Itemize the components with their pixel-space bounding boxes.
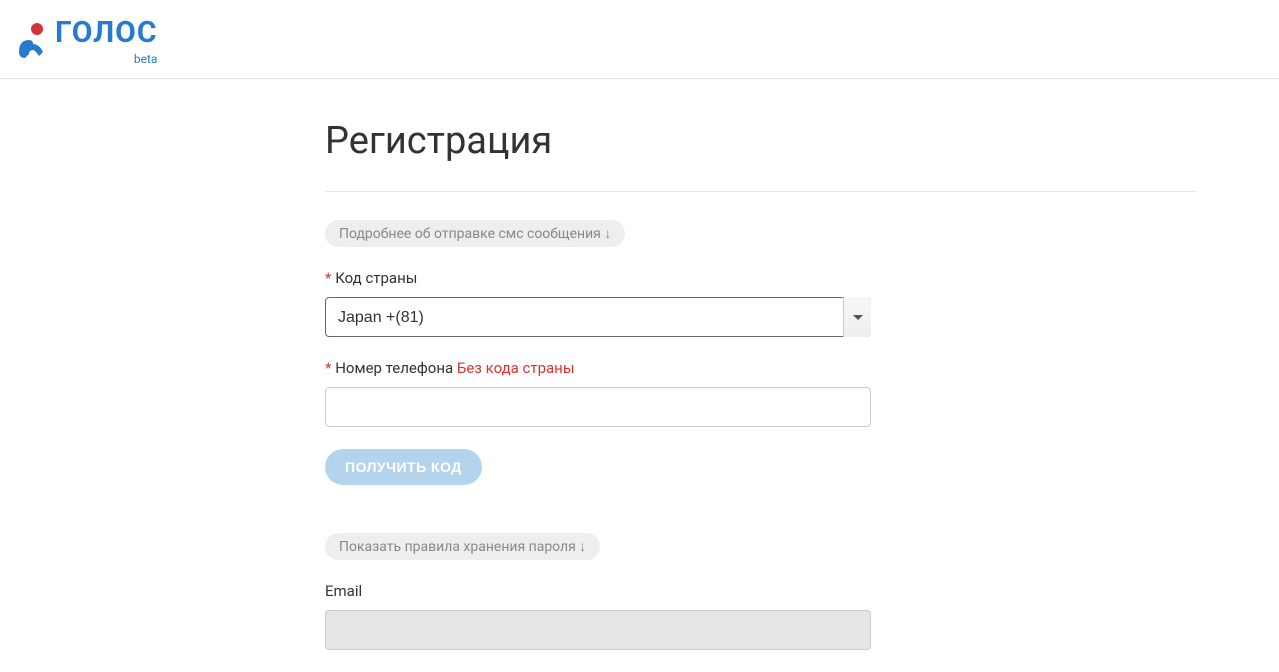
email-input[interactable] — [325, 610, 871, 650]
phone-warning-text: Без кода страны — [457, 359, 575, 377]
required-marker: * — [325, 269, 331, 287]
country-code-label-text: Код страны — [335, 269, 417, 287]
country-code-group: * Код страны Japan +(81) — [325, 269, 1197, 337]
get-code-button[interactable]: ПОЛУЧИТЬ КОД — [325, 449, 482, 485]
phone-label: * Номер телефона Без кода страны — [325, 359, 1197, 377]
logo-icon — [15, 22, 47, 60]
logo-beta: beta — [55, 52, 157, 66]
logo-text: ГОЛОС — [55, 18, 157, 48]
phone-input[interactable] — [325, 387, 871, 427]
country-code-label: * Код страны — [325, 269, 1197, 287]
email-label: Email — [325, 582, 1197, 600]
password-info-chip[interactable]: Показать правила хранения пароля ↓ — [325, 533, 600, 560]
country-code-select[interactable]: Japan +(81) — [325, 297, 871, 337]
logo-link[interactable]: ГОЛОС beta — [15, 18, 157, 66]
country-code-select-wrap: Japan +(81) — [325, 297, 871, 337]
title-divider — [325, 191, 1197, 192]
sms-info-chip[interactable]: Подробнее об отправке смс сообщения ↓ — [325, 220, 625, 247]
phone-label-text: Номер телефона — [335, 359, 453, 377]
header: ГОЛОС beta — [0, 0, 1279, 79]
required-marker: * — [325, 359, 331, 377]
email-group: Email — [325, 582, 1197, 650]
password-section: Показать правила хранения пароля ↓ Email — [325, 533, 1197, 650]
main-content: Регистрация Подробнее об отправке смс со… — [325, 79, 1197, 650]
logo-text-block: ГОЛОС beta — [55, 18, 157, 66]
page-title: Регистрация — [325, 119, 1197, 163]
phone-group: * Номер телефона Без кода страны — [325, 359, 1197, 427]
